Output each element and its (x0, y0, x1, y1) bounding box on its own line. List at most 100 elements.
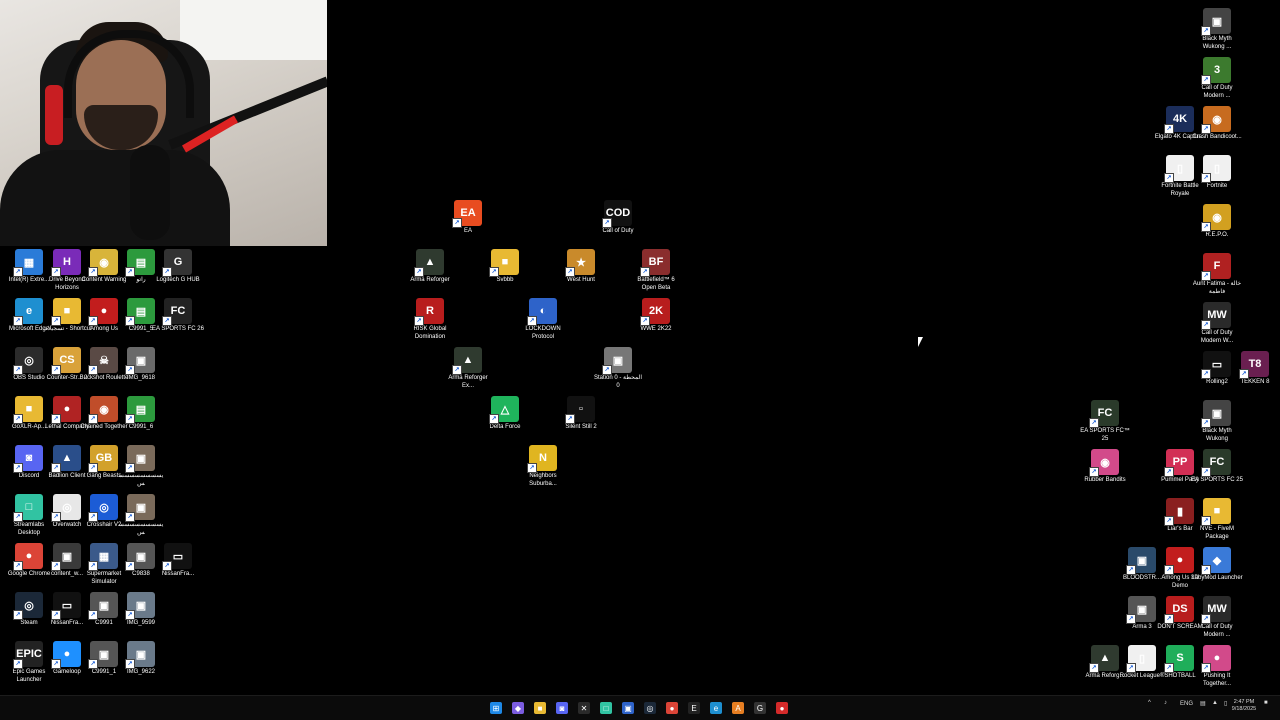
desktop-icon-label: C9991_6 (128, 424, 154, 430)
volume-icon[interactable]: ▲ (1212, 700, 1218, 706)
app-icon: ■ ↗ (13, 396, 43, 424)
desktop-icon[interactable]: EA ↗ EA (443, 200, 493, 236)
xbox-icon[interactable]: ✕ (578, 702, 590, 714)
desktop-icon-label: R.E.P.O. (1205, 232, 1229, 238)
desktop-icon[interactable]: BF ↗ Battlefield™ 6 Open Beta (631, 249, 681, 292)
app-blue-icon[interactable]: ▣ (622, 702, 634, 714)
discord-icon[interactable]: ◙ (556, 702, 568, 714)
shortcut-arrow-icon: ↗ (527, 316, 537, 326)
shortcut-arrow-icon: ↗ (414, 316, 424, 326)
start-button[interactable]: ⊞ (490, 702, 502, 714)
desktop-icon[interactable]: T8 ↗ TEKKEN 8 (1230, 351, 1280, 387)
file-explorer-icon[interactable]: ■ (534, 702, 546, 714)
app-icon: ● ↗ (1164, 547, 1194, 575)
app-icon: ● ↗ (51, 396, 81, 424)
shortcut-arrow-icon: ↗ (1201, 75, 1211, 85)
app-orange-icon[interactable]: A (732, 702, 744, 714)
desktop-icon[interactable]: ▭ ↗ NissanFra... (153, 543, 203, 579)
clock[interactable]: 2:47 PM 9/18/2025 (1228, 699, 1260, 713)
shortcut-arrow-icon: ↗ (1089, 663, 1099, 673)
desktop-icon[interactable]: ▣ ↗ Black Myth Wukong ... (1192, 8, 1242, 51)
desktop-icon[interactable]: ◉ ↗ Crash Bandicoot... (1192, 106, 1242, 142)
desktop-icon-label: LOCKDOWN Protocol (525, 326, 561, 340)
desktop-icon[interactable]: ▣ ↗ Black Myth Wukong (1192, 400, 1242, 443)
app-icon: ● ↗ (51, 641, 81, 669)
recording-icon[interactable]: ● (776, 702, 788, 714)
desktop-icon[interactable]: 2K ↗ WWE 2K22 (631, 298, 681, 334)
logitech-icon[interactable]: G (754, 702, 766, 714)
shortcut-arrow-icon: ↗ (452, 365, 462, 375)
shortcut-arrow-icon: ↗ (88, 610, 98, 620)
desktop-icon[interactable]: 3 ↗ Call of Duty Modern ... (1192, 57, 1242, 100)
desktop-icon[interactable]: ★ ↗ West Hunt (556, 249, 606, 285)
tray-chevron-icon[interactable]: ^ (1148, 700, 1151, 706)
desktop-icon[interactable]: FC ↗ EA SPORTS FC 25 (1191, 449, 1243, 485)
desktop-icon[interactable]: △ ↗ Delta Force (480, 396, 530, 432)
desktop-icon[interactable]: ▤ ↗ C9991_6 (116, 396, 166, 432)
desktop-icon[interactable]: ◐ ↗ LOCKDOWN Protocol (518, 298, 568, 341)
desktop-icon[interactable]: FC ↗ EA SPORTS FC™ 25 (1080, 400, 1130, 443)
steam-icon[interactable]: ◎ (644, 702, 656, 714)
copilot-icon[interactable]: ◆ (512, 702, 524, 714)
desktop-icon[interactable]: ◉ ↗ R.E.P.O. (1192, 204, 1242, 240)
desktop-icon[interactable]: ▣ ↗ IMG_9622 (116, 641, 166, 677)
desktop-icon-label: Silent Still 2 (565, 424, 597, 430)
desktop-icon[interactable]: ■ ↗ Svbbb (480, 249, 530, 285)
desktop-icon[interactable]: ● ↗ Pushing It Together... (1192, 645, 1242, 688)
battery-icon[interactable]: ▯ (1224, 700, 1227, 707)
desktop-icon[interactable]: MW ↗ Call of Duty Modern W... (1192, 302, 1242, 345)
desktop-icon-label: Station 0 - المحطة 0 (594, 375, 642, 389)
shortcut-arrow-icon: ↗ (1201, 222, 1211, 232)
desktop-icon[interactable]: ▯ ↗ Fortnite (1192, 155, 1242, 191)
shortcut-arrow-icon: ↗ (13, 316, 23, 326)
desktop-icon-label: Svbbb (496, 277, 514, 283)
streamlabs-icon[interactable]: □ (600, 702, 612, 714)
desktop-icon[interactable]: COD ↗ Call of Duty (593, 200, 643, 236)
desktop-icon-label: EA SPORTS FC 26 (152, 326, 204, 332)
shortcut-arrow-icon: ↗ (1201, 26, 1211, 36)
desktop-icon[interactable]: ▣ ↗ يسسسسسسسسس (116, 494, 166, 537)
desktop-icon[interactable]: ▣ ↗ Station 0 - المحطة 0 (593, 347, 643, 390)
desktop-icon[interactable]: F ↗ Aunt Fatima - خالة فاطمة (1192, 253, 1242, 296)
app-icon: ◎ ↗ (13, 347, 43, 375)
app-icon: ▣ ↗ (88, 592, 118, 620)
desktop-icon[interactable]: ▲ ↗ Arma Reforger Ex... (443, 347, 493, 390)
edge-icon[interactable]: e (710, 702, 722, 714)
app-icon: BF ↗ (640, 249, 670, 277)
app-icon: ▣ ↗ (125, 641, 155, 669)
app-icon: e ↗ (13, 298, 43, 326)
shortcut-arrow-icon: ↗ (13, 659, 23, 669)
desktop-icon[interactable]: ◉ ↗ Rubber Bandits (1080, 449, 1130, 485)
desktop-icon-label: Crash Bandicoot... (1192, 134, 1242, 140)
desktop-icon-label: Call of Duty Modern ... (1201, 624, 1233, 638)
language-indicator[interactable]: ENG (1180, 701, 1193, 707)
app-icon: ★ ↗ (565, 249, 595, 277)
desktop-icon[interactable]: N ↗ Neighbors Suburba... (518, 445, 568, 488)
desktop-icon[interactable]: ▣ ↗ IMG_9599 (116, 592, 166, 628)
desktop-icon-label: NVE - FiveM Package (1199, 526, 1234, 540)
epic-icon[interactable]: E (688, 702, 700, 714)
notification-icon[interactable]: ■ (1264, 700, 1268, 706)
desktop-icon[interactable]: ▲ ↗ Arma Reforger (405, 249, 455, 285)
desktop-icon[interactable]: FC ↗ EA SPORTS FC 26 (152, 298, 204, 334)
app-icon: EA ↗ (452, 200, 482, 228)
desktop-icon[interactable]: ▫ ↗ Silent Still 2 (556, 396, 606, 432)
desktop-icon[interactable]: G ↗ Logitech G HUB (153, 249, 203, 285)
desktop-icon[interactable]: MW ↗ Call of Duty Modern ... (1192, 596, 1242, 639)
desktop-icon[interactable]: R ↗ RISK Global Domination (405, 298, 455, 341)
desktop-icon[interactable]: ■ ↗ NVE - FiveM Package (1192, 498, 1242, 541)
mouse-cursor-icon (918, 337, 923, 347)
desktop-icon[interactable]: ▣ ↗ IMG_9618 (116, 347, 166, 383)
desktop-icon[interactable]: ▣ ↗ يسسسسسسسسس (116, 445, 166, 488)
desktop-icon-label: WWE 2K22 (640, 326, 672, 332)
desktop-icon-label: LabyMod Launcher (1191, 575, 1243, 581)
shortcut-arrow-icon: ↗ (51, 610, 61, 620)
network-icon[interactable]: ▤ (1200, 700, 1206, 707)
chrome-icon[interactable]: ● (666, 702, 678, 714)
app-icon: ▦ ↗ (13, 249, 43, 277)
desktop-icon-label: NissanFra... (161, 571, 195, 577)
microphone-icon[interactable]: ♪ (1164, 700, 1167, 706)
desktop-icon-label: Arma Reforger (410, 277, 450, 283)
shortcut-arrow-icon: ↗ (1089, 467, 1099, 477)
desktop-icon[interactable]: ◆ ↗ LabyMod Launcher (1191, 547, 1243, 583)
